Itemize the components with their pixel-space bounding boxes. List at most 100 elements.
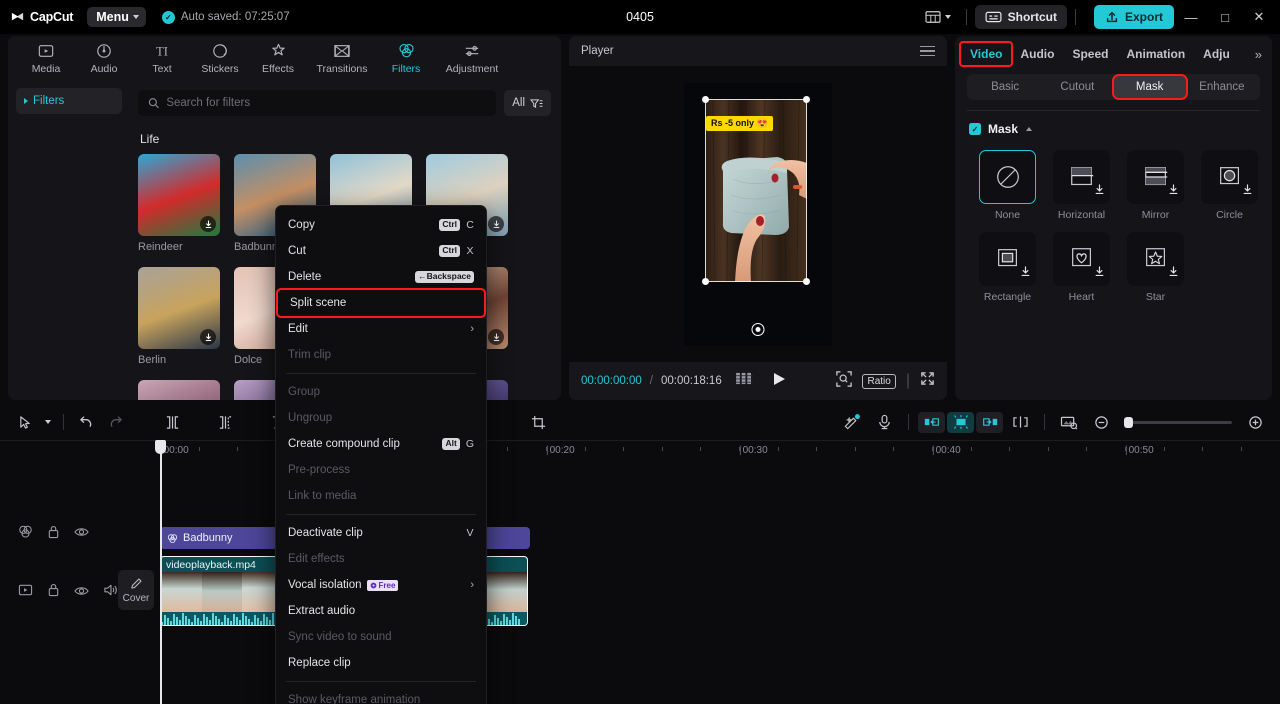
split-icon[interactable] bbox=[157, 407, 187, 437]
download-icon[interactable] bbox=[1094, 182, 1105, 200]
tab-audio[interactable]: Audio bbox=[1011, 43, 1063, 65]
download-icon-mirror[interactable] bbox=[1168, 182, 1179, 200]
download-icon[interactable] bbox=[200, 216, 216, 232]
tab-video[interactable]: Video bbox=[958, 41, 1014, 67]
close-button[interactable]: ✕ bbox=[1242, 0, 1276, 34]
mask-option-heart[interactable]: Heart bbox=[1053, 232, 1115, 303]
collapse-chevron-up-icon[interactable] bbox=[1026, 127, 1033, 131]
mode-item-filters[interactable]: Filters bbox=[378, 36, 434, 80]
download-icon-circle[interactable] bbox=[1242, 182, 1253, 200]
frames-icon[interactable] bbox=[735, 372, 753, 390]
magic-wand-icon[interactable] bbox=[837, 407, 867, 437]
keyframe-prev-icon[interactable] bbox=[918, 411, 945, 433]
filter-thumb-0[interactable]: Reindeer bbox=[138, 154, 220, 253]
maximize-button[interactable]: □ bbox=[1208, 0, 1242, 34]
export-button[interactable]: Export bbox=[1093, 5, 1174, 29]
context-menu-item-vocal-isolation[interactable]: Vocal isolation Free › bbox=[276, 572, 486, 598]
context-menu-item-edit[interactable]: Edit › bbox=[276, 316, 486, 342]
layout-switch-button[interactable] bbox=[918, 5, 958, 29]
filter-sort-button[interactable]: All bbox=[504, 90, 551, 116]
mask-option-none[interactable]: None bbox=[979, 150, 1041, 221]
search-input[interactable] bbox=[166, 97, 487, 109]
zoom-out-icon[interactable] bbox=[1086, 407, 1116, 437]
category-item-filters[interactable]: Filters bbox=[16, 88, 122, 114]
hamburger-icon[interactable] bbox=[920, 45, 935, 57]
subtab-basic[interactable]: Basic bbox=[969, 76, 1041, 98]
zoom-slider[interactable] bbox=[1124, 416, 1232, 428]
mode-item-text[interactable]: TI Text bbox=[134, 36, 190, 80]
chevron-double-right-icon[interactable]: » bbox=[1255, 47, 1266, 62]
split-marker-icon[interactable] bbox=[1005, 407, 1035, 437]
download-icon[interactable] bbox=[488, 216, 504, 232]
zoom-in-icon[interactable] bbox=[1240, 407, 1270, 437]
tab-speed[interactable]: Speed bbox=[1063, 43, 1117, 65]
capcut-logo: CapCut bbox=[10, 10, 73, 25]
mask-option-rectangle[interactable]: Rectangle bbox=[979, 232, 1041, 303]
mask-option-horizontal[interactable]: Horizontal bbox=[1053, 150, 1115, 221]
cover-button[interactable]: Cover bbox=[118, 570, 154, 610]
subtab-mask[interactable]: Mask bbox=[1111, 74, 1188, 100]
microphone-icon[interactable] bbox=[869, 407, 899, 437]
crop-icon[interactable] bbox=[523, 407, 553, 437]
menu-button[interactable]: Menu bbox=[87, 7, 146, 27]
keyframe-add-icon[interactable] bbox=[947, 411, 974, 433]
download-icon-rect[interactable] bbox=[1020, 264, 1031, 282]
context-menu-item-cut[interactable]: Cut Ctrl X bbox=[276, 238, 486, 264]
undo-icon[interactable] bbox=[71, 407, 101, 437]
shortcut-button[interactable]: Shortcut bbox=[974, 5, 1067, 29]
context-menu-item-copy[interactable]: Copy Ctrl C bbox=[276, 212, 486, 238]
redo-icon[interactable] bbox=[101, 407, 131, 437]
context-menu-item-extract-audio[interactable]: Extract audio bbox=[276, 598, 486, 624]
context-menu-item-delete[interactable]: Delete ←Backspace bbox=[276, 264, 486, 290]
tab-animation[interactable]: Animation bbox=[1117, 43, 1194, 65]
download-icon-heart[interactable] bbox=[1094, 264, 1105, 282]
minimize-button[interactable]: — bbox=[1174, 0, 1208, 34]
filter-thumb-8[interactable]: Filter 9 bbox=[138, 380, 220, 400]
playhead[interactable] bbox=[155, 440, 166, 704]
mode-item-effects[interactable]: Effects bbox=[250, 36, 306, 80]
context-menu-item-deactivate-clip[interactable]: Deactivate clip V bbox=[276, 520, 486, 546]
fullscreen-icon[interactable] bbox=[920, 371, 935, 391]
search-box[interactable] bbox=[138, 90, 497, 116]
mask-option-mirror[interactable]: Mirror bbox=[1127, 150, 1189, 221]
mode-item-adjustment[interactable]: Adjustment bbox=[436, 36, 508, 80]
mask-option-star[interactable]: Star bbox=[1127, 232, 1189, 303]
subtab-cutout[interactable]: Cutout bbox=[1041, 76, 1113, 98]
mask-enable-checkbox[interactable]: ✓ bbox=[969, 123, 981, 135]
rotate-handle[interactable] bbox=[751, 322, 765, 336]
effects-icon bbox=[270, 42, 287, 60]
handle-top-right[interactable] bbox=[803, 95, 810, 103]
mode-item-media[interactable]: Media bbox=[18, 36, 74, 80]
cursor-icon[interactable] bbox=[10, 407, 40, 437]
tool-chevron-down-icon[interactable] bbox=[40, 407, 56, 437]
handle-bottom-left[interactable] bbox=[702, 277, 709, 285]
trim-left-icon[interactable] bbox=[210, 407, 240, 437]
timeline-ruler[interactable]: 00:0000:2000:3000:4000:50 bbox=[0, 440, 1280, 462]
playhead-handle[interactable] bbox=[155, 440, 166, 454]
mode-item-stickers[interactable]: Stickers bbox=[192, 36, 248, 80]
mode-item-audio[interactable]: Audio bbox=[76, 36, 132, 80]
download-icon[interactable] bbox=[488, 329, 504, 345]
crop-preview-icon[interactable] bbox=[836, 370, 853, 392]
selection-box[interactable] bbox=[705, 98, 807, 282]
mode-item-transitions[interactable]: Transitions bbox=[308, 36, 376, 80]
context-menu-item-create-compound-clip[interactable]: Create compound clip Alt G bbox=[276, 431, 486, 457]
mirror-mask-icon bbox=[1144, 167, 1167, 186]
subtab-enhance[interactable]: Enhance bbox=[1186, 76, 1258, 98]
keyframe-next-icon[interactable] bbox=[976, 411, 1003, 433]
context-menu-item-split-scene[interactable]: Split scene bbox=[276, 288, 486, 318]
mask-label-none: None bbox=[994, 209, 1021, 221]
context-menu-item-replace-clip[interactable]: Replace clip bbox=[276, 650, 486, 676]
zoom-slider-knob[interactable] bbox=[1124, 416, 1133, 428]
download-icon[interactable] bbox=[200, 329, 216, 345]
mask-option-circle[interactable]: Circle bbox=[1201, 150, 1263, 221]
handle-top-left[interactable] bbox=[702, 95, 709, 103]
play-icon[interactable] bbox=[773, 372, 786, 391]
download-icon-star[interactable] bbox=[1168, 264, 1179, 282]
filter-thumb-4[interactable]: Berlin bbox=[138, 267, 220, 366]
handle-bottom-right[interactable] bbox=[803, 277, 810, 285]
ratio-button[interactable]: Ratio bbox=[862, 373, 896, 389]
tab-adjust[interactable]: Adju bbox=[1194, 43, 1239, 65]
mask-label-horizontal: Horizontal bbox=[1057, 209, 1106, 221]
thumbnail-view-icon[interactable] bbox=[1054, 407, 1084, 437]
